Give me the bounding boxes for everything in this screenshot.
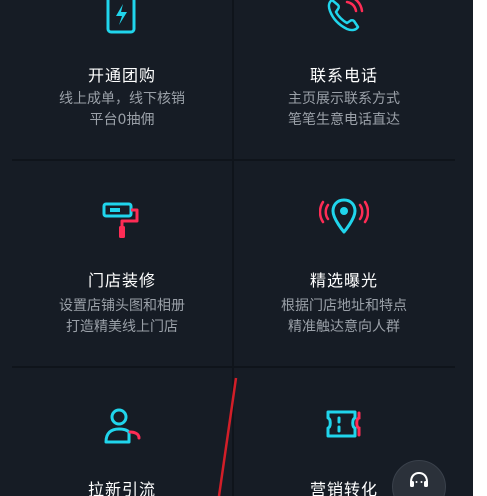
feature-card-store-decoration[interactable]: 门店装修 设置店铺头图和相册 打造精美线上门店 (12, 161, 232, 366)
feature-title: 精选曝光 (309, 271, 378, 290)
feature-card-group-buy[interactable]: 开通团购 线上成单，线下核销 平台0抽佣 (12, 0, 232, 159)
feature-desc: 精准触达意向人群 (288, 319, 400, 335)
feature-desc: 笔笔生意电话直达 (288, 112, 400, 128)
feature-title: 开通团购 (87, 66, 156, 85)
feature-desc: 打造精美线上门店 (66, 319, 178, 335)
feature-card-user-acquisition[interactable]: 拉新引流 (12, 368, 232, 496)
feature-desc: 平台0抽佣 (89, 112, 155, 128)
lightning-card-icon (106, 0, 136, 34)
feature-desc: 线上成单，线下核销 (59, 91, 185, 107)
headset-icon (410, 471, 428, 487)
feature-title: 联系电话 (309, 66, 378, 85)
feature-title: 拉新引流 (87, 480, 156, 496)
feature-card-featured-exposure[interactable]: 精选曝光 根据门店地址和特点 精准触达意向人群 (234, 161, 454, 366)
feature-card-contact-phone[interactable]: 联系电话 主页展示联系方式 笔笔生意电话直达 (234, 0, 454, 159)
scrollbar[interactable] (473, 0, 487, 496)
location-broadcast-icon (319, 198, 369, 234)
feature-grid-page: 开通团购 线上成单，线下核销 平台0抽佣 联系电话 主页展示联系方式 笔笔生意电… (0, 0, 487, 496)
ticket-icon (326, 410, 361, 438)
feature-desc: 主页展示联系方式 (288, 91, 400, 107)
phone-icon (327, 0, 364, 32)
user-icon (104, 408, 141, 444)
paint-roller-icon (102, 202, 139, 238)
feature-desc: 根据门店地址和特点 (281, 298, 407, 314)
feature-desc: 设置店铺头图和相册 (59, 298, 185, 314)
feature-title: 门店装修 (87, 271, 156, 290)
